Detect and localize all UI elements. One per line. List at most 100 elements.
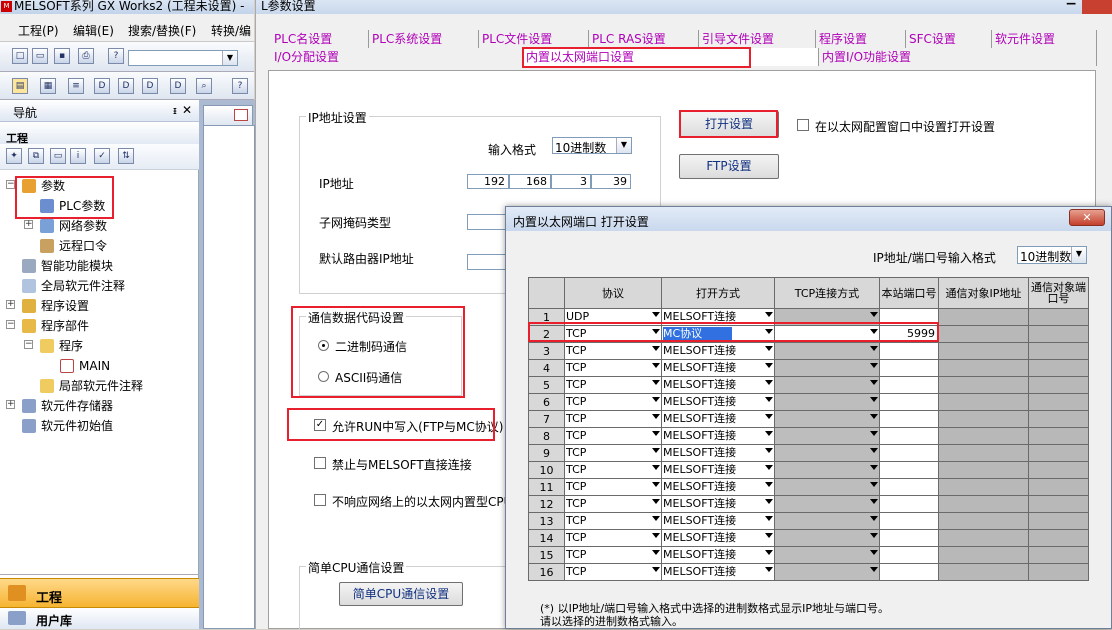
- open-method-cell[interactable]: MELSOFT连接: [661, 546, 775, 564]
- tcp-connection-cell[interactable]: [774, 529, 880, 547]
- tree-item-local-comment[interactable]: 局部软元件注释: [40, 376, 143, 396]
- open-folder-icon[interactable]: ▭: [32, 48, 48, 64]
- protocol-cell[interactable]: TCP: [564, 444, 662, 462]
- menu-convert[interactable]: 转换/编: [211, 22, 251, 39]
- tree-item-remote-password[interactable]: 远程口令: [40, 236, 107, 256]
- protocol-cell[interactable]: TCP: [564, 342, 662, 360]
- protocol-cell[interactable]: TCP: [564, 546, 662, 564]
- open-method-cell[interactable]: MELSOFT连接: [661, 393, 775, 411]
- tab-sfc-setting[interactable]: SFC设置: [906, 30, 992, 48]
- input-format-select[interactable]: 10进制数 ▼: [552, 137, 632, 155]
- no-response-checkbox[interactable]: [314, 494, 326, 506]
- print-icon[interactable]: ⎙: [78, 48, 94, 64]
- copy-icon[interactable]: ⧉: [28, 148, 44, 164]
- collapse-icon[interactable]: −: [24, 340, 33, 349]
- tab-device-setting[interactable]: 软元件设置: [992, 30, 1097, 48]
- collapse-icon[interactable]: −: [6, 180, 15, 189]
- new-file-icon[interactable]: □: [12, 48, 28, 64]
- protocol-cell[interactable]: TCP: [564, 376, 662, 394]
- device-monitor-icon[interactable]: D: [170, 78, 186, 94]
- local-port-cell[interactable]: [879, 427, 939, 445]
- device3-icon[interactable]: D: [142, 78, 158, 94]
- help-icon[interactable]: ?: [108, 48, 124, 64]
- new-data-icon[interactable]: ✦: [6, 148, 22, 164]
- open-method-cell[interactable]: MELSOFT连接: [661, 444, 775, 462]
- tab-boot-file[interactable]: 引导文件设置: [699, 30, 816, 48]
- expand-icon[interactable]: +: [6, 300, 15, 309]
- tcp-connection-cell[interactable]: [774, 563, 880, 581]
- protocol-cell[interactable]: TCP: [564, 563, 662, 581]
- protocol-cell[interactable]: TCP: [564, 529, 662, 547]
- device2-icon[interactable]: D: [118, 78, 134, 94]
- minimize-icon[interactable]: −: [1065, 0, 1077, 12]
- paste-icon[interactable]: ▭: [50, 148, 66, 164]
- local-port-cell[interactable]: [879, 461, 939, 479]
- ip-octet-3[interactable]: 3: [551, 174, 591, 189]
- device-icon[interactable]: D: [94, 78, 110, 94]
- tcp-connection-cell[interactable]: [774, 376, 880, 394]
- close-icon[interactable]: ✕: [182, 103, 192, 117]
- open-method-cell[interactable]: MELSOFT连接: [661, 478, 775, 496]
- local-port-cell[interactable]: [879, 444, 939, 462]
- tcp-connection-cell[interactable]: [774, 342, 880, 360]
- protocol-cell[interactable]: TCP: [564, 495, 662, 513]
- project-view-button[interactable]: 工程: [0, 578, 199, 608]
- user-library-button[interactable]: 用户库: [0, 608, 199, 629]
- check-icon[interactable]: ✓: [94, 148, 110, 164]
- local-port-cell[interactable]: [879, 393, 939, 411]
- local-port-cell[interactable]: [879, 546, 939, 564]
- expand-icon[interactable]: +: [24, 220, 33, 229]
- format-select[interactable]: 10进制数 ▼: [1017, 246, 1087, 264]
- tab-builtin-io[interactable]: 内置I/O功能设置: [819, 48, 1097, 66]
- pin-icon[interactable]: ᵻ: [173, 104, 177, 117]
- protocol-cell[interactable]: TCP: [564, 478, 662, 496]
- open-method-cell[interactable]: MELSOFT连接: [661, 410, 775, 428]
- tcp-connection-cell[interactable]: [774, 478, 880, 496]
- menu-edit[interactable]: 编辑(E): [73, 22, 114, 39]
- tcp-connection-cell[interactable]: [774, 495, 880, 513]
- local-port-cell[interactable]: [879, 410, 939, 428]
- tcp-connection-cell[interactable]: [774, 444, 880, 462]
- open-method-cell[interactable]: MELSOFT连接: [661, 563, 775, 581]
- tree-item-program-setting[interactable]: 程序设置: [22, 296, 89, 316]
- prohibit-direct-checkbox[interactable]: [314, 457, 326, 469]
- property-icon[interactable]: i: [70, 148, 86, 164]
- tree-item-network-param[interactable]: 网络参数: [40, 216, 107, 236]
- protocol-cell[interactable]: TCP: [564, 359, 662, 377]
- open-method-cell[interactable]: MELSOFT连接: [661, 427, 775, 445]
- tree-item-device-init[interactable]: 软元件初始值: [22, 416, 113, 436]
- ip-octet-4[interactable]: 39: [591, 174, 631, 189]
- expand-icon[interactable]: +: [6, 400, 15, 409]
- protocol-cell[interactable]: TCP: [564, 427, 662, 445]
- list-icon[interactable]: ≡: [68, 78, 84, 94]
- local-port-cell[interactable]: [879, 342, 939, 360]
- tcp-connection-cell[interactable]: [774, 427, 880, 445]
- simple-cpu-button[interactable]: 简单CPU通信设置: [339, 582, 463, 606]
- local-port-cell[interactable]: [879, 495, 939, 513]
- close-icon[interactable]: ✕: [1069, 209, 1105, 226]
- local-port-cell[interactable]: [879, 376, 939, 394]
- open-method-cell[interactable]: MELSOFT连接: [661, 376, 775, 394]
- open-method-cell[interactable]: MELSOFT连接: [661, 461, 775, 479]
- tree-item-program[interactable]: 程序: [40, 336, 83, 356]
- menu-project[interactable]: 工程(P): [18, 22, 59, 39]
- ftp-settings-button[interactable]: FTP设置: [679, 154, 779, 179]
- tree-item-program-parts[interactable]: 程序部件: [22, 316, 89, 336]
- local-port-cell[interactable]: [879, 563, 939, 581]
- close-icon[interactable]: [1082, 0, 1112, 14]
- tab-plc-file[interactable]: PLC文件设置: [479, 30, 589, 48]
- tree-item-device-memory[interactable]: 软元件存储器: [22, 396, 113, 416]
- local-port-cell[interactable]: [879, 512, 939, 530]
- protocol-cell[interactable]: TCP: [564, 461, 662, 479]
- protocol-cell[interactable]: TCP: [564, 393, 662, 411]
- collapse-icon[interactable]: −: [6, 320, 15, 329]
- navigation-toggle-icon[interactable]: ▤: [12, 78, 28, 94]
- protocol-cell[interactable]: TCP: [564, 512, 662, 530]
- save-icon[interactable]: ▪: [54, 48, 70, 64]
- local-port-cell[interactable]: [879, 529, 939, 547]
- module-icon[interactable]: ▦: [40, 78, 56, 94]
- local-port-cell[interactable]: [879, 478, 939, 496]
- document-tab[interactable]: [203, 105, 253, 125]
- tcp-connection-cell[interactable]: [774, 512, 880, 530]
- sort-icon[interactable]: ⇅: [118, 148, 134, 164]
